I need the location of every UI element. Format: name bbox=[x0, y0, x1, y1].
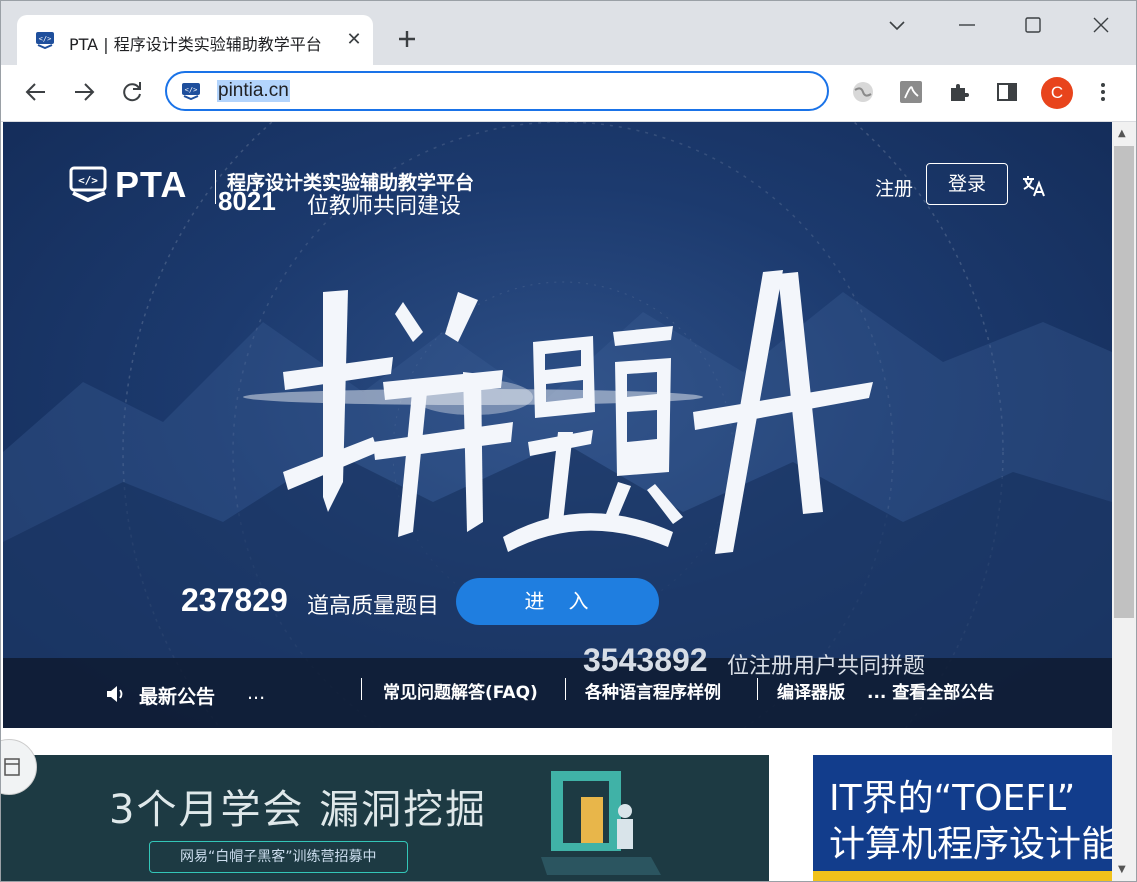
back-icon[interactable] bbox=[23, 79, 49, 105]
question-label: 道高质量题目 bbox=[307, 594, 440, 619]
tab-strip: </> PTA | 程序设计类实验辅助教学平台 ✕ bbox=[1, 1, 1136, 67]
brand-logo-text: PTA bbox=[115, 164, 188, 205]
scroll-thumb[interactable] bbox=[1114, 146, 1134, 618]
tab-title: PTA | 程序设计类实验辅助教学平台 bbox=[69, 35, 322, 54]
question-count: 237829 bbox=[181, 582, 288, 618]
teacher-count: 8021 bbox=[218, 186, 276, 216]
profile-avatar[interactable]: C bbox=[1041, 77, 1073, 109]
register-link[interactable]: 注册 bbox=[875, 174, 913, 201]
page-scrollbar[interactable]: ▲ ▼ bbox=[1112, 122, 1136, 881]
site-favicon-icon: </> bbox=[182, 83, 200, 100]
notice-divider bbox=[565, 678, 566, 700]
hacker-illustration-icon bbox=[541, 771, 661, 875]
svg-text:</>: </> bbox=[185, 86, 198, 94]
maximize-icon[interactable] bbox=[1021, 13, 1045, 37]
address-bar[interactable]: </> pintia.cn bbox=[165, 71, 829, 111]
tab-search-chevron-icon[interactable] bbox=[885, 13, 909, 37]
enter-button[interactable]: 进 入 bbox=[456, 578, 659, 625]
extensions-puzzle-icon[interactable] bbox=[947, 80, 971, 104]
banner-toefl[interactable]: IT界的“TOEFL” 计算机程序设计能 bbox=[813, 755, 1112, 881]
page-viewport: </> PTA 程序设计类实验辅助教学平台 8021 位教师共同建设 注册 登录 bbox=[1, 122, 1112, 881]
notice-title: 最新公告 bbox=[139, 686, 216, 708]
speaker-icon bbox=[107, 686, 123, 702]
notice-divider bbox=[361, 678, 362, 700]
notice-link-compiler[interactable]: 编译器版 bbox=[777, 678, 845, 703]
banner-left-tag: 网易“白帽子黑客”训练营招募中 bbox=[149, 841, 408, 873]
browser-window: </> PTA | 程序设计类实验辅助教学平台 ✕ </> pintia.cn … bbox=[0, 0, 1137, 882]
scroll-up-icon[interactable]: ▲ bbox=[1118, 128, 1126, 139]
notice-link-faq[interactable]: 常见问题解答(FAQ) bbox=[383, 678, 538, 703]
browser-tab[interactable]: </> PTA | 程序设计类实验辅助教学平台 ✕ bbox=[17, 15, 373, 67]
reload-icon[interactable] bbox=[119, 79, 145, 105]
minimize-icon[interactable] bbox=[955, 13, 979, 37]
language-translate-icon[interactable] bbox=[1021, 174, 1047, 198]
sidebar-toggle-icon bbox=[4, 758, 20, 776]
pta-favicon-icon: </> bbox=[36, 32, 54, 49]
pinti-calligraphy-logo bbox=[283, 270, 873, 554]
forward-icon[interactable] bbox=[71, 79, 97, 105]
new-tab-icon[interactable] bbox=[395, 27, 419, 51]
browser-toolbar: </> pintia.cn C bbox=[1, 65, 1136, 122]
scroll-down-icon[interactable]: ▼ bbox=[1118, 864, 1126, 875]
side-panel-icon[interactable] bbox=[995, 80, 1019, 104]
banner-right-line2: 计算机程序设计能 bbox=[829, 824, 1112, 865]
announcement-bar: 最新公告 ... 常见问题解答(FAQ) 各种语言程序样例 编译器版 ... 查… bbox=[3, 658, 1112, 728]
more-menu-icon[interactable] bbox=[1091, 80, 1115, 104]
login-button[interactable]: 登录 bbox=[926, 163, 1008, 205]
svg-text:</>: </> bbox=[78, 174, 98, 187]
svg-text:</>: </> bbox=[39, 35, 52, 43]
user-count: 3543892 bbox=[583, 642, 708, 678]
banner-right-accent bbox=[813, 871, 1112, 881]
logo-divider bbox=[215, 170, 216, 204]
view-all-notices-link[interactable]: ... 查看全部公告 bbox=[867, 678, 994, 703]
globe-extension-icon[interactable] bbox=[851, 80, 875, 104]
notice-divider bbox=[757, 678, 758, 700]
pta-logo-icon: </> bbox=[69, 166, 107, 202]
url-text[interactable]: pintia.cn bbox=[217, 80, 290, 102]
teacher-label: 位教师共同建设 bbox=[307, 194, 462, 219]
banner-right-line1: IT界的“TOEFL” bbox=[829, 778, 1076, 819]
notice-ellipsis: ... bbox=[247, 682, 266, 704]
notice-link-samples[interactable]: 各种语言程序样例 bbox=[585, 678, 721, 703]
hero-section: </> PTA 程序设计类实验辅助教学平台 8021 位教师共同建设 注册 登录 bbox=[3, 122, 1112, 728]
banner-left-title: 3个月学会 漏洞挖掘 bbox=[109, 787, 488, 833]
tab-close-icon[interactable]: ✕ bbox=[343, 29, 365, 51]
pdf-extension-icon[interactable] bbox=[899, 80, 923, 104]
user-label: 位注册用户共同拼题 bbox=[727, 654, 926, 679]
banner-vuln-mining[interactable]: 3个月学会 漏洞挖掘 网易“白帽子黑客”训练营招募中 bbox=[1, 755, 769, 881]
close-window-icon[interactable] bbox=[1089, 13, 1113, 37]
